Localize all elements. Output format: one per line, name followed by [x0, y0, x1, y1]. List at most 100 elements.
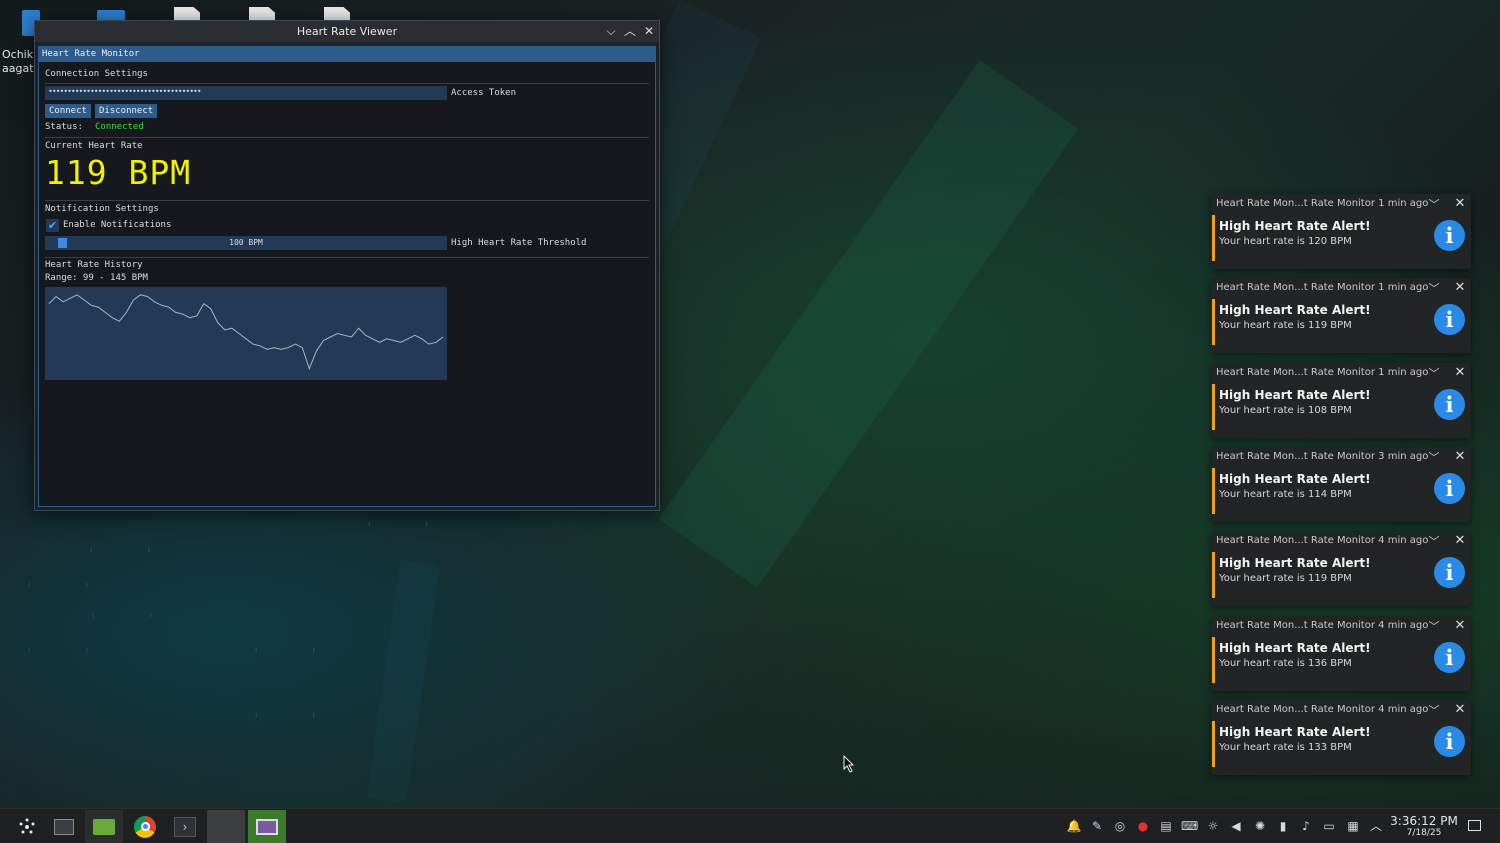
close-icon[interactable]: ✕: [1452, 280, 1468, 295]
chevron-down-icon[interactable]: ﹀: [1426, 449, 1442, 464]
wallpaper-hexagon: [90, 523, 150, 577]
info-icon: i: [1434, 472, 1465, 504]
keyboard-icon[interactable]: ⌨: [1181, 818, 1198, 834]
notification-card[interactable]: Heart Rate Mon...t Rate Monitor 3 min ag…: [1211, 446, 1471, 522]
chrome-icon[interactable]: [126, 810, 164, 843]
access-token-value: ••••••••••••••••••••••••••••••••••••••••: [48, 87, 202, 96]
notification-body: Your heart rate is 119 BPM: [1219, 573, 1352, 585]
notification-body: Your heart rate is 108 BPM: [1219, 404, 1352, 416]
mouse-cursor-icon: [843, 755, 855, 773]
notification-body: Your heart rate is 119 BPM: [1219, 320, 1352, 332]
launcher-icon[interactable]: [8, 810, 46, 843]
close-icon[interactable]: ✕: [1452, 702, 1468, 717]
notification-source: Heart Rate Mon...t Rate Monitor: [1216, 703, 1375, 715]
disconnect-button[interactable]: Disconnect: [95, 104, 158, 118]
notification-card[interactable]: Heart Rate Mon...t Rate Monitor 1 min ag…: [1211, 362, 1471, 438]
tray-expand-icon[interactable]: ︿: [1368, 818, 1384, 834]
clock-time[interactable]: 3:36:12 PM: [1388, 814, 1460, 828]
notification-time: 4 min ago: [1378, 535, 1429, 547]
enable-notifications-checkbox[interactable]: ✔: [46, 219, 59, 232]
notification-time: 1 min ago: [1378, 198, 1429, 209]
brightness-icon[interactable]: ☼: [1205, 818, 1221, 834]
info-icon: i: [1434, 304, 1465, 336]
chevron-down-icon[interactable]: ﹀: [1426, 618, 1442, 633]
notification-source: Heart Rate Mon...t Rate Monitor: [1216, 282, 1375, 294]
notification-time: 3 min ago: [1378, 450, 1429, 462]
heart-rate-viewer-icon[interactable]: [248, 810, 286, 843]
heart-rate-history-plot: [45, 287, 447, 380]
volume-icon[interactable]: ◀: [1228, 818, 1244, 834]
night-color-icon[interactable]: ✺: [1252, 818, 1268, 834]
notification-body: Your heart rate is 136 BPM: [1219, 657, 1352, 669]
clock-date[interactable]: 7/18/25: [1388, 828, 1460, 838]
notification-source: Heart Rate Mon...t Rate Monitor: [1216, 450, 1375, 462]
notification-bell-icon[interactable]: 🔔: [1066, 818, 1082, 834]
maximize-button[interactable]: ︿: [621, 21, 639, 42]
system-settings-icon[interactable]: [45, 810, 83, 843]
wallpaper-hexagon: [28, 558, 88, 612]
notification-title: High Heart Rate Alert!: [1219, 387, 1371, 402]
notification-time: 4 min ago: [1378, 619, 1429, 631]
access-token-label: Access Token: [451, 88, 517, 98]
close-icon[interactable]: ✕: [1452, 365, 1468, 380]
notification-accent-bar: [1212, 552, 1215, 599]
network-icon[interactable]: ▦: [1345, 818, 1361, 834]
threshold-slider[interactable]: 100 BPM: [45, 236, 447, 250]
desktop-icon-label: Ochik aagat: [2, 48, 34, 75]
close-icon[interactable]: ✕: [1452, 618, 1468, 633]
close-icon[interactable]: ✕: [1452, 449, 1468, 464]
connect-button[interactable]: Connect: [45, 104, 91, 118]
status-value: Connected: [95, 122, 144, 132]
notification-header: Heart Rate Mon...t Rate Monitor 1 min ag…: [1216, 367, 1428, 378]
info-icon: i: [1434, 725, 1465, 757]
show-desktop-icon[interactable]: [1468, 820, 1481, 831]
notification-accent-bar: [1212, 299, 1215, 346]
close-window-button[interactable]: ✕: [640, 21, 658, 42]
chevron-down-icon[interactable]: ﹀: [1426, 702, 1442, 717]
terminal-icon[interactable]: ›: [166, 810, 204, 843]
notification-body: Your heart rate is 114 BPM: [1219, 488, 1352, 500]
window-title: Heart Rate Viewer: [296, 25, 398, 38]
notification-card[interactable]: Heart Rate Mon...t Rate Monitor 4 min ag…: [1211, 531, 1471, 607]
chevron-down-icon[interactable]: ﹀: [1426, 533, 1442, 548]
chevron-down-icon[interactable]: ﹀: [1426, 280, 1442, 295]
file-manager-icon[interactable]: [85, 810, 123, 843]
close-icon[interactable]: ✕: [1452, 533, 1468, 548]
connection-settings-header: Connection Settings: [45, 69, 148, 79]
window-titlebar[interactable]: Heart Rate Viewer ⌵ ︿ ✕: [35, 21, 659, 42]
wallpaper-hexagon: [28, 623, 88, 677]
notification-card[interactable]: Heart Rate Mon...t Rate Monitor 1 min ag…: [1211, 194, 1471, 269]
notification-source: Heart Rate Mon...t Rate Monitor: [1216, 366, 1375, 378]
mute-mic-icon[interactable]: ✎: [1089, 818, 1105, 834]
notification-card[interactable]: Heart Rate Mon...t Rate Monitor 1 min ag…: [1211, 278, 1471, 354]
wallpaper-hexagon: [92, 588, 152, 642]
divider: [45, 83, 649, 84]
clipboard-icon[interactable]: ▤: [1158, 818, 1174, 834]
minimize-button[interactable]: ⌵: [602, 21, 620, 42]
close-icon[interactable]: ✕: [1452, 196, 1468, 211]
notification-title: High Heart Rate Alert!: [1219, 724, 1371, 739]
notification-accent-bar: [1212, 636, 1215, 683]
notification-accent-bar: [1212, 467, 1215, 514]
info-icon: i: [1434, 557, 1465, 589]
microphone-icon[interactable]: ♪: [1298, 818, 1314, 834]
chevron-down-icon[interactable]: ﹀: [1426, 196, 1442, 211]
display-icon[interactable]: ▭: [1321, 818, 1337, 834]
record-icon[interactable]: ●: [1135, 818, 1151, 834]
divider: [45, 257, 649, 258]
current-bpm-value: 119 BPM: [45, 153, 192, 192]
notification-body: Your heart rate is 120 BPM: [1219, 236, 1352, 247]
notification-card[interactable]: Heart Rate Mon...t Rate Monitor 4 min ag…: [1211, 699, 1471, 775]
access-token-input[interactable]: ••••••••••••••••••••••••••••••••••••••••: [45, 86, 447, 100]
usb-icon[interactable]: ▮: [1275, 818, 1291, 834]
notification-card[interactable]: Heart Rate Mon...t Rate Monitor 4 min ag…: [1211, 615, 1471, 691]
checkmark-icon: ✔: [47, 219, 58, 232]
notification-accent-bar: [1212, 720, 1215, 767]
notification-source: Heart Rate Mon...t Rate Monitor: [1216, 535, 1375, 547]
blank-window-icon[interactable]: [207, 810, 245, 843]
taskbar: › 🔔 ✎ ◎ ● ▤ ⌨ ☼ ◀ ✺ ▮ ♪ ▭ ▦ ︿ 3:36:12 PM…: [0, 808, 1500, 843]
panel-title[interactable]: Heart Rate Monitor: [39, 47, 655, 62]
steam-icon[interactable]: ◎: [1112, 818, 1128, 834]
chevron-down-icon[interactable]: ﹀: [1426, 365, 1442, 380]
notification-time: 1 min ago: [1378, 366, 1429, 378]
